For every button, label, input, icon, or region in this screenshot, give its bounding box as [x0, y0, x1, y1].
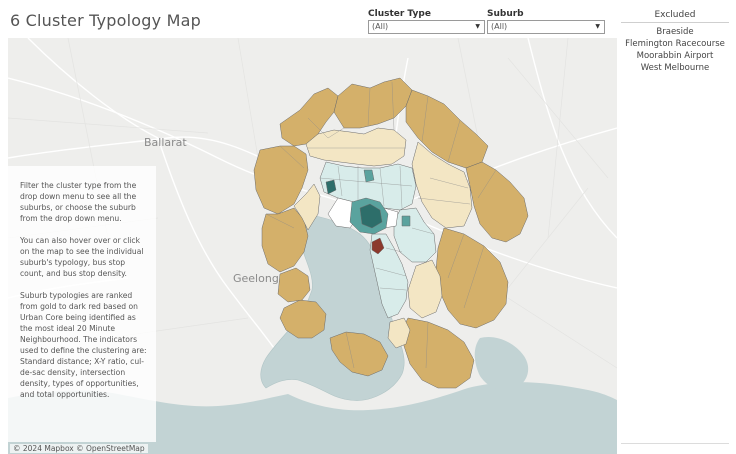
- info-paragraph: You can also hover over or click on the …: [20, 236, 144, 278]
- suburb-dropdown[interactable]: (All) ▼: [487, 20, 605, 34]
- excluded-panel: Excluded Braeside Flemington Racecourse …: [621, 10, 729, 74]
- chevron-down-icon[interactable]: ▼: [595, 21, 600, 33]
- info-paragraph: Filter the cluster type from the drop do…: [20, 181, 137, 223]
- divider: [621, 443, 729, 444]
- suburb-filter: Suburb (All) ▼: [487, 9, 605, 34]
- cluster-type-label: Cluster Type: [368, 9, 431, 19]
- excluded-item[interactable]: Braeside: [621, 26, 729, 38]
- excluded-item[interactable]: Flemington Racecourse: [621, 38, 729, 50]
- suburb-region-core-east[interactable]: [401, 215, 411, 227]
- cluster-type-filter: Cluster Type (All) ▼: [368, 9, 485, 34]
- suburb-region-core-north[interactable]: [363, 169, 375, 183]
- suburb-label: Suburb: [487, 9, 524, 19]
- city-label-geelong: Geelong: [233, 272, 279, 285]
- excluded-item[interactable]: West Melbourne: [621, 62, 729, 74]
- info-box: Filter the cluster type from the drop do…: [8, 166, 156, 442]
- chevron-down-icon[interactable]: ▼: [475, 21, 480, 33]
- city-label-ballarat: Ballarat: [144, 136, 187, 149]
- page-title: 6 Cluster Typology Map: [10, 11, 201, 30]
- excluded-item[interactable]: Moorabbin Airport: [621, 50, 729, 62]
- cluster-type-value: (All): [372, 22, 389, 31]
- map-attribution[interactable]: © 2024 Mapbox © OpenStreetMap: [10, 444, 148, 453]
- suburb-value: (All): [491, 22, 508, 31]
- excluded-heading: Excluded: [621, 10, 729, 23]
- cluster-type-dropdown[interactable]: (All) ▼: [368, 20, 485, 34]
- info-paragraph: Suburb typologies are ranked from gold t…: [20, 291, 147, 399]
